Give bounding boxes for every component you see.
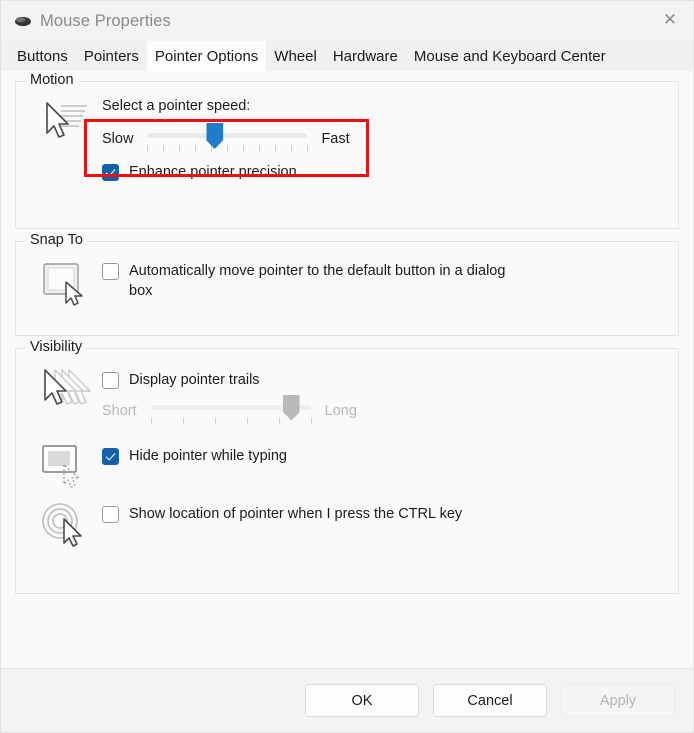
enhance-pointer-precision-row[interactable]: Enhance pointer precision [102,163,666,183]
tab-wheel[interactable]: Wheel [266,41,325,71]
pointer-speed-label: Select a pointer speed: [102,98,251,114]
slider-ticks [147,146,309,153]
trails-slider-min-label-short: Short [102,402,137,419]
pointer-options-panel: Motion Select a pointer speed: Slow Fast… [1,71,693,668]
dialog-button-pointer-icon [28,258,102,306]
auto-move-pointer-label: Automatically move pointer to the defaul… [129,263,506,299]
hide-pointer-typing-icon [28,441,102,489]
close-icon[interactable]: ✕ [647,1,693,37]
show-pointer-location-item: Show location of pointer when I press th… [28,499,666,547]
cancel-button[interactable]: Cancel [433,684,547,717]
tab-strip: Buttons Pointers Pointer Options Wheel H… [1,41,693,71]
enhance-pointer-precision-checkbox[interactable] [102,164,119,181]
display-pointer-trails-item: Display pointer trails Short Long [28,365,666,431]
show-pointer-location-label: Show location of pointer when I press th… [129,505,463,522]
ok-button[interactable]: OK [305,684,419,717]
snap-to-legend: Snap To [26,232,87,248]
enhance-pointer-precision-label: Enhance pointer precision [129,164,297,180]
tab-pointer-options[interactable]: Pointer Options [146,41,267,71]
trails-slider-max-label-long: Long [324,402,357,419]
mouse-icon [13,11,33,31]
hide-pointer-typing-checkbox[interactable] [102,447,119,465]
show-pointer-location-row[interactable]: Show location of pointer when I press th… [102,505,666,525]
tab-mouse-and-keyboard-center[interactable]: Mouse and Keyboard Center [406,41,614,71]
snap-to-group: Snap To Automatically move pointer to th… [15,232,679,336]
hide-pointer-typing-row[interactable]: Hide pointer while typing [102,447,666,467]
pointer-speed-slider-track-area[interactable] [147,122,309,156]
show-pointer-location-icon [28,499,102,547]
pointer-speed-icon [28,98,102,144]
visibility-group: Visibility Display pointer trails Short … [15,339,679,594]
apply-button[interactable]: Apply [561,684,675,717]
dialog-footer: OK Cancel Apply [1,668,693,732]
display-pointer-trails-checkbox[interactable] [102,372,119,389]
slider-track[interactable] [147,133,308,138]
slider-min-label-slow: Slow [102,131,134,147]
pointer-trails-slider-track-area [150,394,312,428]
pointer-speed-slider[interactable]: Slow Fast [102,119,666,159]
display-pointer-trails-row[interactable]: Display pointer trails [102,371,666,391]
tab-hardware[interactable]: Hardware [325,41,406,71]
pointer-trails-slider: Short Long [102,391,666,431]
hide-pointer-typing-label: Hide pointer while typing [129,447,287,464]
hide-pointer-typing-item: Hide pointer while typing [28,441,666,489]
window-title: Mouse Properties [40,11,171,30]
title-bar: Mouse Properties ✕ [1,1,693,41]
motion-group: Motion Select a pointer speed: Slow Fast… [15,72,679,229]
motion-legend: Motion [26,72,78,88]
tab-buttons[interactable]: Buttons [9,41,76,71]
visibility-legend: Visibility [26,339,87,355]
auto-move-pointer-checkbox[interactable] [102,263,119,280]
trails-slider-thumb [282,394,300,421]
show-pointer-location-checkbox[interactable] [102,505,119,523]
pointer-trails-icon [28,365,102,411]
tab-pointers[interactable]: Pointers [76,41,147,71]
auto-move-pointer-row[interactable]: Automatically move pointer to the defaul… [102,262,666,301]
slider-thumb[interactable] [206,123,224,149]
slider-max-label-fast: Fast [321,131,350,147]
mouse-properties-window: Mouse Properties ✕ Buttons Pointers Poin… [0,0,694,733]
display-pointer-trails-label: Display pointer trails [129,372,260,388]
